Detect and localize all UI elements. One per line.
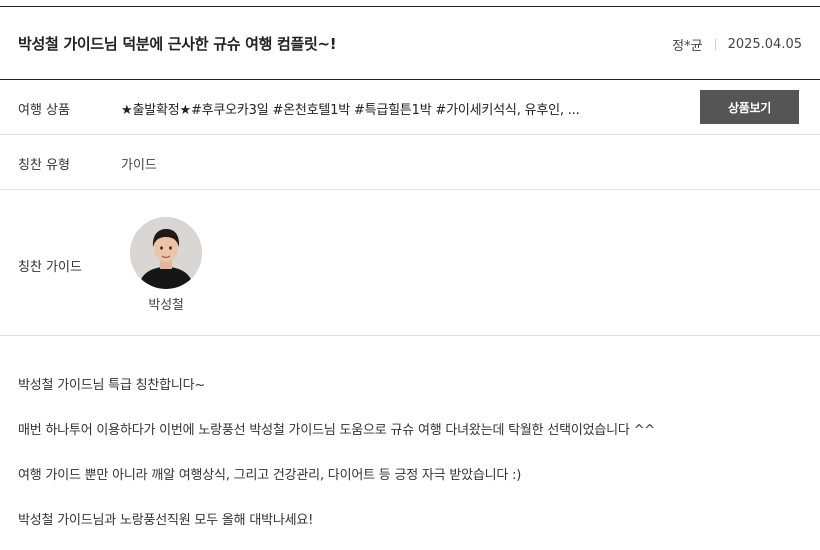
review-header: 박성철 가이드님 덕분에 근사한 규슈 여행 컴플릿~! 정*균 2025.04… bbox=[0, 6, 820, 80]
praise-type-label: 칭찬 유형 bbox=[18, 158, 70, 173]
review-title: 박성철 가이드님 덕분에 근사한 규슈 여행 컴플릿~! bbox=[18, 35, 337, 53]
review-paragraph: 박성철 가이드님과 노랑풍선직원 모두 올해 대박나세요! bbox=[18, 513, 314, 528]
praise-guide-row: 칭찬 가이드 박성철 bbox=[0, 190, 820, 336]
review-date: 2025.04.05 bbox=[727, 37, 802, 52]
praise-guide-label: 칭찬 가이드 bbox=[18, 260, 82, 275]
product-name: ★출발확정★#후쿠오카3일 #온천호텔1박 #특급힐튼1박 #가이세키석식, 유… bbox=[121, 103, 580, 118]
review-detail-page: 박성철 가이드님 덕분에 근사한 규슈 여행 컴플릿~! 정*균 2025.04… bbox=[0, 0, 820, 550]
review-paragraph: 매번 하나투어 이용하다가 이번에 노랑풍선 박성철 가이드님 도움으로 규슈 … bbox=[18, 423, 655, 438]
guide-name: 박성철 bbox=[148, 298, 184, 313]
author-name: 정*균 bbox=[672, 39, 703, 54]
praise-type-row: 칭찬 유형 가이드 bbox=[0, 135, 820, 190]
guide-avatar bbox=[130, 217, 202, 289]
meta-divider bbox=[714, 39, 716, 50]
guide-card: 박성철 bbox=[130, 217, 202, 313]
review-content: 박성철 가이드님 특급 칭찬합니다~ 매번 하나투어 이용하다가 이번에 노랑풍… bbox=[18, 374, 808, 550]
review-meta: 정*균 2025.04.05 bbox=[672, 35, 802, 54]
product-row: 여행 상품 ★출발확정★#후쿠오카3일 #온천호텔1박 #특급힐튼1박 #가이세… bbox=[0, 80, 820, 135]
view-product-button[interactable]: 상품보기 bbox=[700, 90, 799, 124]
review-paragraph: 박성철 가이드님 특급 칭찬합니다~ bbox=[18, 378, 206, 393]
praise-type-value: 가이드 bbox=[121, 158, 157, 173]
review-paragraph: 여행 가이드 뿐만 아니라 깨알 여행상식, 그리고 건강관리, 다이어트 등 … bbox=[18, 468, 522, 483]
guide-photo bbox=[130, 217, 202, 289]
product-label: 여행 상품 bbox=[18, 103, 70, 118]
